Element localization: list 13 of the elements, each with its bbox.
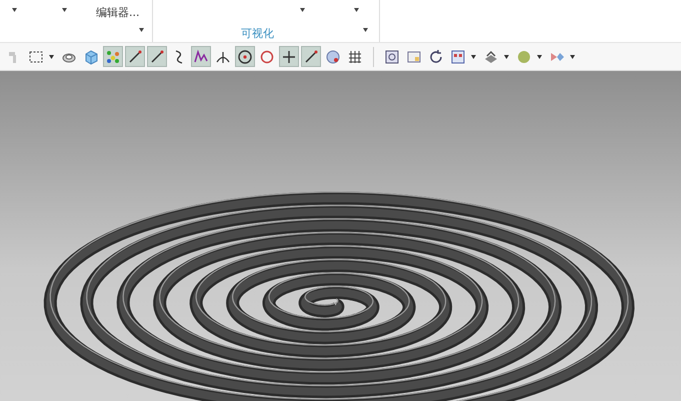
caret-icon[interactable] <box>363 28 368 32</box>
caret-icon[interactable] <box>62 8 67 12</box>
dropdown-caret-icon[interactable] <box>471 54 476 58</box>
caret-icon[interactable] <box>354 8 359 12</box>
dropdown-caret-icon[interactable] <box>49 54 54 58</box>
dropdown-caret-icon[interactable] <box>537 54 542 58</box>
group-caption: 可视化 <box>241 26 274 41</box>
caret-icon[interactable] <box>300 8 305 12</box>
caret-icon[interactable] <box>139 28 144 32</box>
caret-icon[interactable] <box>12 8 17 12</box>
editor-button[interactable]: 编辑器... <box>96 5 140 20</box>
dropdown-caret-icon[interactable] <box>504 54 509 58</box>
dropdown-caret-icon[interactable] <box>570 54 575 58</box>
